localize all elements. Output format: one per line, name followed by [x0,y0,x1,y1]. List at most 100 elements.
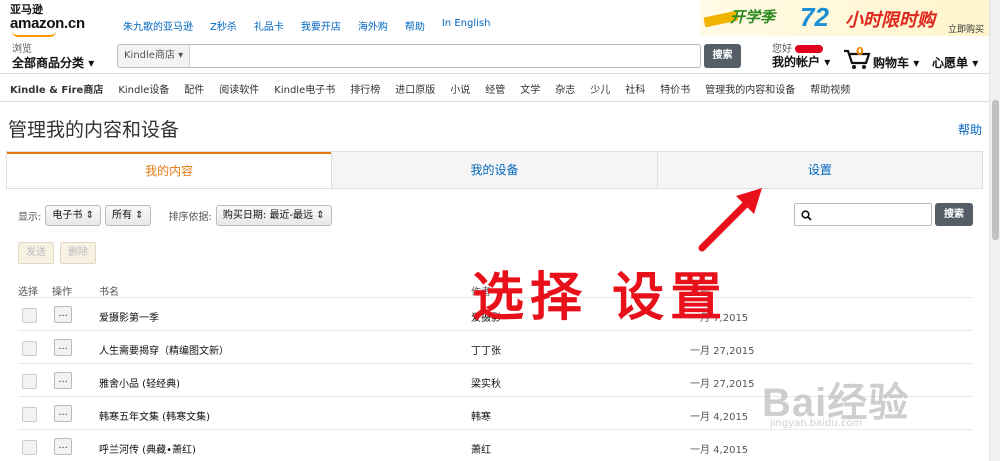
top-link-gift-card[interactable]: 礼品卡 [254,18,284,33]
search-icon [801,210,812,221]
watermark-sub: jingyan.baidu.com [770,418,863,429]
top-link-english[interactable]: In English [442,18,491,33]
row-checkbox[interactable] [22,440,37,455]
tab-bar: 我的内容 我的设备 设置 [6,151,983,189]
row-title[interactable]: 呼兰河传 (典藏•萧红) [99,441,196,456]
chevron-down-icon: ▾ [88,56,95,70]
table-row: ... 人生需要揭穿（精编图文新） 丁丁张 一月 27,2015 [18,330,972,363]
cart-label: 购物车 [873,56,910,70]
subnav-bestsellers[interactable]: 排行榜 [350,81,380,96]
top-links: 朱九歌的亚马逊 Z秒杀 礼品卡 我要开店 海外购 帮助 In English [123,18,507,33]
tab-my-devices[interactable]: 我的设备 [331,152,656,188]
promo-text-1: 开学季 [730,8,776,26]
row-title[interactable]: 雅舍小品 (轻经典) [99,375,180,390]
tab-my-content[interactable]: 我的内容 [7,152,332,188]
row-actions-button[interactable]: ... [54,306,72,323]
content-search-input[interactable] [794,203,932,226]
dept-line2-wrap: 全部商品分类 ▾ [12,56,94,70]
logo-en: amazon.cn [10,15,85,32]
sort-select[interactable]: 购买日期: 最近-最远 ⇕ [215,205,332,226]
table-row: ... 呼兰河传 (典藏•萧红) 萧红 一月 4,2015 [18,429,972,461]
wishlist-menu[interactable]: 心愿单 ▾ [932,54,978,71]
subnav-reading-apps[interactable]: 阅读软件 [219,81,259,96]
account-line2-wrap: 我的帐户 ▾ [772,55,830,69]
scope-value: 所有 [111,210,132,221]
row-author: 丁丁张 [471,346,501,357]
redaction-mark [795,45,823,53]
amazon-logo[interactable]: 亚马逊 amazon.cn [10,4,90,37]
subnav-business[interactable]: 经管 [485,81,505,96]
top-link-overseas[interactable]: 海外购 [358,18,388,33]
promo-text-2: 72 [800,2,829,32]
top-bar: 亚马逊 amazon.cn 朱九歌的亚马逊 Z秒杀 礼品卡 我要开店 海外购 帮… [0,0,1000,40]
dept-line1: 浏览 [12,44,32,55]
row-author: 梁实秋 [471,379,501,390]
header-action: 操作 [52,287,72,298]
subnav-fiction[interactable]: 小说 [450,81,470,96]
row-actions-button[interactable]: ... [54,405,72,422]
subnav-kindle-ebooks[interactable]: Kindle电子书 [274,81,335,96]
subnav-imported[interactable]: 进口原版 [395,81,435,96]
row-checkbox[interactable] [22,407,37,422]
select-arrows-icon: ⇕ [85,210,94,221]
scrollbar-thumb[interactable] [992,100,999,240]
search-category-select[interactable]: Kindle商店 ▾ [118,45,191,67]
wishlist-label: 心愿单 [932,56,969,70]
scope-select[interactable]: 所有 ⇕ [104,205,151,226]
sub-nav: Kindle & Fire商店 Kindle设备 配件 阅读软件 Kindle电… [0,76,1000,102]
content-type-value: 电子书 [52,210,83,221]
subnav-deals[interactable]: 特价书 [660,81,690,96]
page-title: 管理我的内容和设备 [8,119,180,141]
help-link[interactable]: 帮助 [958,121,982,138]
subnav-manage-content[interactable]: 管理我的内容和设备 [705,81,795,96]
header-title[interactable]: 书名 [99,283,119,298]
row-author: 萧红 [471,445,491,456]
search-input[interactable]: Kindle商店 ▾ [117,44,701,68]
row-title[interactable]: 爱摄影第一季 [99,309,159,324]
top-link-my-amazon[interactable]: 朱九歌的亚马逊 [123,18,193,33]
filter-row: 显示: 电子书 ⇕ 所有 ⇕ 排序依据: 购买日期: 最近-最远 ⇕ [18,205,336,226]
show-label: 显示: [18,212,42,223]
promo-cta[interactable]: 立即购买 [948,22,984,35]
subnav-literature[interactable]: 文学 [520,81,540,96]
subnav-kindle-devices[interactable]: Kindle设备 [118,81,169,96]
subnav-kindle-fire-store[interactable]: Kindle & Fire商店 [10,81,103,96]
search-button[interactable]: 搜索 [704,44,741,68]
row-date: 一月 27,2015 [690,346,755,357]
content-search-button[interactable]: 搜索 [935,203,973,226]
subnav-social-science[interactable]: 社科 [625,81,645,96]
row-date: 一月 4,2015 [690,445,749,456]
row-actions-button[interactable]: ... [54,438,72,455]
select-arrows-icon: ⇕ [316,210,325,221]
subnav-accessories[interactable]: 配件 [184,81,204,96]
row-checkbox[interactable] [22,374,37,389]
top-link-help[interactable]: 帮助 [405,18,425,33]
row-date: 一月 4,2015 [690,412,749,423]
subnav-children[interactable]: 少儿 [590,81,610,96]
search-category-label: Kindle商店 [124,50,175,61]
chevron-down-icon: ▾ [913,56,920,70]
row-checkbox[interactable] [22,308,37,323]
content-type-select[interactable]: 电子书 ⇕ [45,205,101,226]
page-scrollbar[interactable] [989,0,1000,461]
department-menu[interactable]: 浏览 全部商品分类 ▾ [12,44,94,70]
chevron-down-icon: ▾ [824,55,831,69]
cart-count: 0 [856,45,864,58]
subnav-help-videos[interactable]: 帮助视频 [810,81,850,96]
subnav-magazines[interactable]: 杂志 [555,81,575,96]
row-title[interactable]: 韩寒五年文集 (韩寒文集) [99,408,210,423]
dept-line2: 全部商品分类 [12,56,85,70]
top-link-z-deals[interactable]: Z秒杀 [210,18,237,33]
promo-banner[interactable]: 开学季 72 小时限时购 立即购买 [700,0,990,36]
row-checkbox[interactable] [22,341,37,356]
header-select: 选择 [18,287,38,298]
row-actions-button[interactable]: ... [54,372,72,389]
row-actions-button[interactable]: ... [54,339,72,356]
sort-label: 排序依据: [168,212,212,223]
annotation-arrow-icon [698,188,762,252]
row-title[interactable]: 人生需要揭穿（精编图文新） [99,342,229,357]
send-button[interactable]: 发送 [18,242,54,264]
top-link-sell[interactable]: 我要开店 [301,18,341,33]
delete-button[interactable]: 删除 [60,242,96,264]
baidu-watermark: Bai经验 jingyan.baidu.com [762,370,909,429]
